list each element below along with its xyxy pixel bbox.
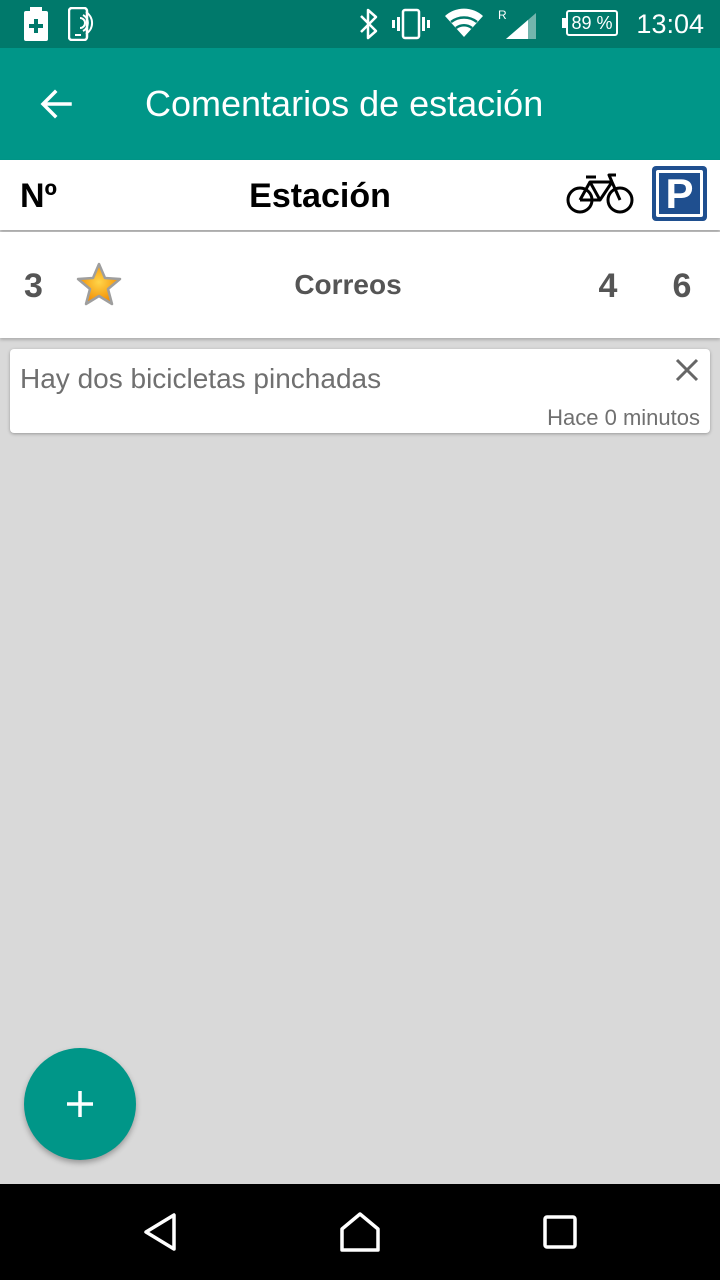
wifi-icon [444, 0, 484, 48]
svg-text:R: R [498, 8, 507, 22]
nav-home-button[interactable] [336, 1208, 384, 1256]
parking-icon: P [652, 166, 707, 221]
parking-letter: P [656, 170, 703, 217]
station-row[interactable]: 3 Correos 4 6 [0, 232, 720, 338]
nav-recents-button[interactable] [536, 1208, 584, 1256]
star-icon[interactable] [76, 262, 122, 311]
back-triangle-icon [144, 1213, 176, 1251]
home-icon [340, 1212, 380, 1252]
battery-level: 89 % [562, 10, 618, 36]
app-bar: Comentarios de estación [0, 48, 720, 160]
navigation-bar [0, 1184, 720, 1280]
free-slots: 6 [672, 267, 692, 305]
plus-icon [67, 1091, 93, 1117]
arrow-back-icon [40, 89, 72, 119]
nfc-phone-icon [68, 0, 98, 48]
status-bar: R 89 % 13:04 [0, 0, 720, 48]
delete-comment-button[interactable] [670, 353, 704, 387]
bicycle-icon [566, 172, 634, 219]
recents-icon [543, 1215, 577, 1249]
nav-back-button[interactable] [136, 1208, 184, 1256]
column-header-number: Nº [20, 177, 57, 215]
station-name: Correos [294, 269, 402, 300]
comment-text: Hay dos bicicletas pinchadas [20, 363, 382, 394]
clock: 13:04 [636, 9, 704, 39]
close-icon [675, 358, 699, 382]
bluetooth-icon [358, 0, 380, 48]
add-comment-button[interactable] [24, 1048, 136, 1160]
bikes-available: 4 [598, 267, 618, 305]
signal-roaming-icon: R [496, 0, 540, 48]
comment-timestamp: Hace 0 minutos [547, 405, 700, 430]
page-title: Comentarios de estación [145, 83, 544, 124]
back-button[interactable] [24, 76, 88, 132]
vibrate-icon [392, 0, 430, 48]
battery-charging-icon [24, 0, 48, 48]
comment-card: Hay dos bicicletas pinchadas Hace 0 minu… [10, 349, 710, 433]
column-header-station: Estación [249, 177, 391, 215]
station-number: 3 [24, 267, 43, 305]
